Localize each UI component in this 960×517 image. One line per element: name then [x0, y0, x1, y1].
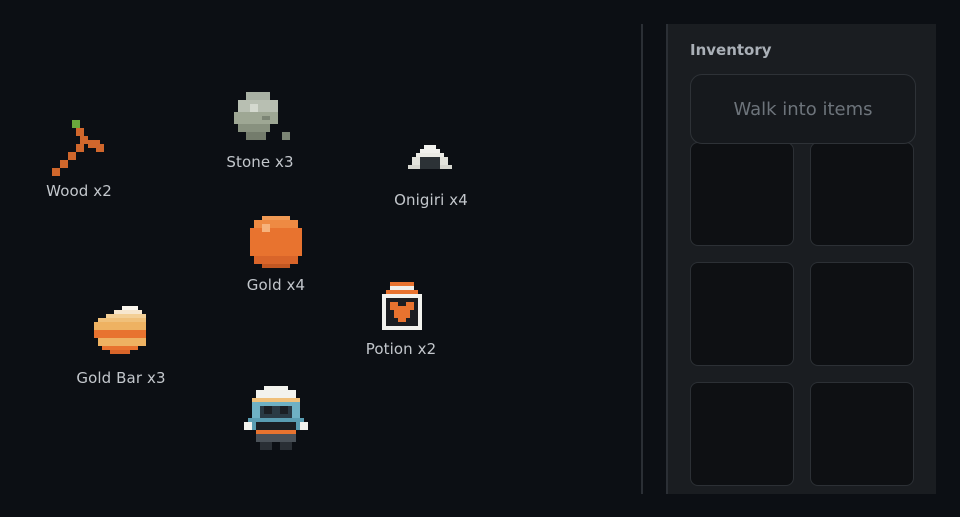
onigiri-label: Onigiri x4	[394, 191, 468, 209]
wood-item[interactable]	[52, 120, 108, 176]
inventory-panel: Inventory Walk into items	[666, 24, 936, 494]
player-character-icon	[244, 386, 308, 450]
wood-label: Wood x2	[46, 182, 112, 200]
inventory-slot-6[interactable]	[810, 382, 914, 486]
gold-coin-icon	[250, 216, 302, 268]
inventory-slot-5[interactable]	[690, 382, 794, 486]
gold-label: Gold x4	[246, 276, 306, 294]
gold-item[interactable]	[250, 216, 302, 268]
inventory-slot-3[interactable]	[690, 262, 794, 366]
inventory-slot-4[interactable]	[810, 262, 914, 366]
player-character	[244, 386, 308, 450]
gold-bar-icon	[94, 306, 146, 354]
game-world[interactable]: Wood x2 Stone x3 Onigiri x4 Gold x4 Poti…	[0, 0, 640, 517]
goldbar-item[interactable]	[94, 306, 150, 358]
stone-item[interactable]	[234, 92, 290, 144]
onigiri-icon	[408, 145, 452, 169]
stone-label: Stone x3	[226, 153, 294, 171]
inventory-hint: Walk into items	[690, 74, 916, 144]
potion-label: Potion x2	[365, 340, 437, 358]
stone-icon	[234, 92, 290, 140]
stick-icon	[52, 120, 104, 176]
inventory-title: Inventory	[690, 41, 772, 59]
potion-item[interactable]	[382, 282, 422, 330]
potion-icon	[382, 282, 422, 330]
inventory-slot-2[interactable]	[810, 142, 914, 246]
inventory-slot-1[interactable]	[690, 142, 794, 246]
panel-divider	[641, 24, 643, 494]
goldbar-label: Gold Bar x3	[76, 369, 166, 387]
onigiri-item[interactable]	[408, 144, 452, 174]
